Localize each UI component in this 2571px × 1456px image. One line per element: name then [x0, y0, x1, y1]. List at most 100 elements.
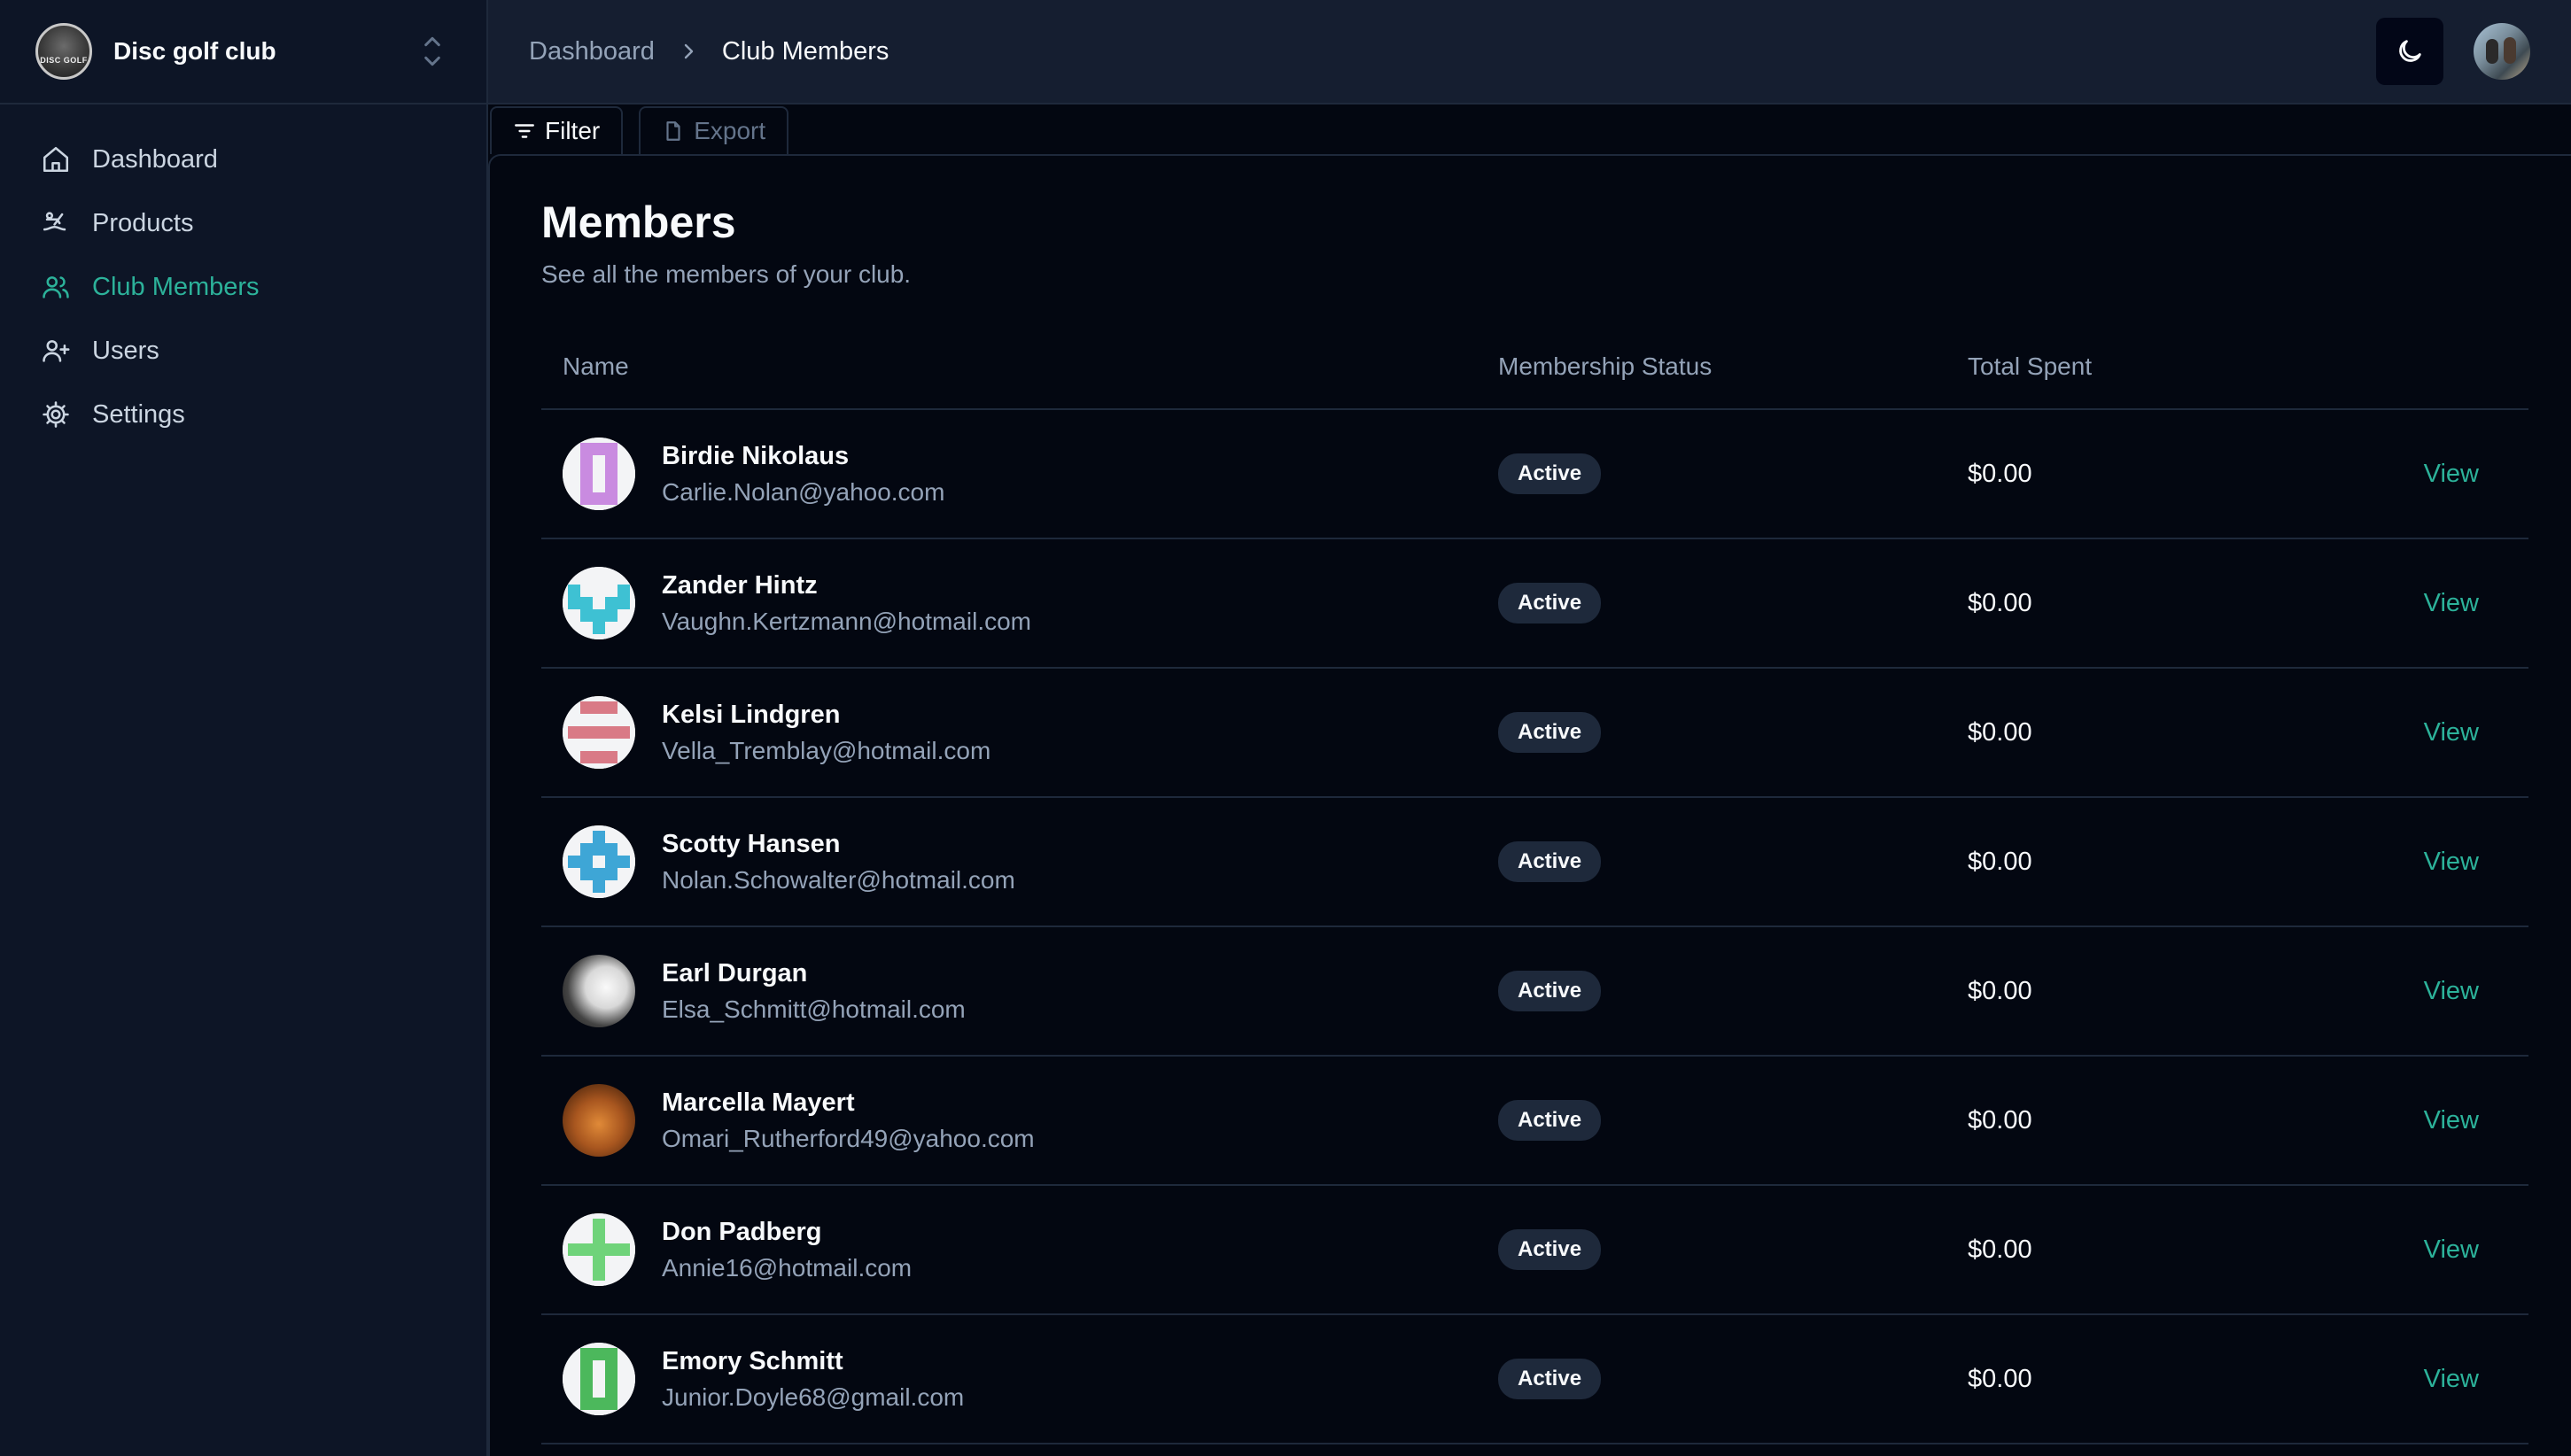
cell-name: Earl Durgan Elsa_Schmitt@hotmail.com [541, 926, 1498, 1057]
member-email: Carlie.Nolan@yahoo.com [662, 477, 945, 506]
member-name: Birdie Nikolaus [662, 441, 850, 470]
team-switcher[interactable]: DISC GOLF Disc golf club [0, 0, 486, 105]
filter-button[interactable]: Filter [490, 106, 624, 154]
sidebar-item-settings[interactable]: Settings [41, 383, 446, 446]
avatar [563, 567, 635, 639]
table-row: Don Padberg Annie16@hotmail.com Active $0.0… [541, 1185, 2528, 1315]
sidebar-item-label: Users [92, 336, 159, 365]
table-row: Scotty Hansen Nolan.Schowalter@hotmail.co… [541, 797, 2528, 927]
view-member-link[interactable]: View [2424, 718, 2479, 747]
cell-name: Marcella Mayert Omari_Rutherford49@yahoo.… [541, 1056, 1498, 1186]
member-info: Zander Hintz Vaughn.Kertzmann@hotmail.com [563, 567, 1498, 639]
cell-spent: $0.00 [1968, 1056, 2322, 1186]
member-text: Emory Schmitt Junior.Doyle68@gmail.com [662, 1347, 964, 1412]
top-bar: Dashboard Club Members [488, 0, 2571, 105]
export-label: Export [694, 117, 766, 144]
toolbar: Filter Export [488, 105, 2571, 154]
cell-actions: View [2322, 926, 2528, 1057]
cell-name: Kelsi Lindgren Vella_Tremblay@hotmail.com [541, 668, 1498, 798]
table-row: Earl Durgan Elsa_Schmitt@hotmail.com Activ… [541, 926, 2528, 1057]
member-info: Earl Durgan Elsa_Schmitt@hotmail.com [563, 955, 1498, 1027]
header-status: Membership Status [1498, 324, 1968, 410]
cell-name: Birdie Nikolaus Carlie.Nolan@yahoo.com [541, 409, 1498, 539]
sidebar-item-products[interactable]: Products [41, 191, 446, 255]
sidebar-item-label: Products [92, 208, 194, 237]
total-spent: $0.00 [1968, 1105, 2032, 1135]
member-email: Vella_Tremblay@hotmail.com [662, 736, 991, 764]
view-member-link[interactable]: View [2424, 977, 2479, 1005]
header-actions [2322, 324, 2528, 410]
member-name: Zander Hintz [662, 570, 818, 600]
cell-status: Active [1498, 1314, 1968, 1444]
table-header-row: Name Membership Status Total Spent [541, 324, 2528, 410]
cell-actions: View [2322, 1185, 2528, 1315]
cell-name: Zander Hintz Vaughn.Kertzmann@hotmail.com [541, 538, 1498, 669]
user-plus-icon [43, 340, 70, 362]
avatar [563, 955, 635, 1027]
member-text: Birdie Nikolaus Carlie.Nolan@yahoo.com [662, 442, 944, 507]
sidebar-item-label: Dashboard [92, 144, 218, 174]
status-badge: Active [1498, 1100, 1602, 1141]
cell-status: Active [1498, 538, 1968, 669]
cell-spent: $0.00 [1968, 1185, 2322, 1315]
view-member-link[interactable]: View [2424, 589, 2479, 617]
cell-actions: View [2322, 409, 2528, 539]
table-body: Birdie Nikolaus Carlie.Nolan@yahoo.com Act… [541, 409, 2528, 1444]
cell-status: Active [1498, 409, 1968, 539]
main-area: Dashboard Club Members Filter Export Mem… [488, 0, 2571, 1456]
header-spent: Total Spent [1968, 324, 2322, 410]
status-badge: Active [1498, 712, 1602, 753]
view-member-link[interactable]: View [2424, 848, 2479, 876]
user-avatar[interactable] [2474, 23, 2530, 80]
total-spent: $0.00 [1968, 459, 2032, 488]
club-logo: DISC GOLF [35, 23, 92, 80]
sidebar: DISC GOLF Disc golf club Dashboard Produc… [0, 0, 488, 1456]
theme-toggle-button[interactable] [2376, 18, 2443, 85]
status-badge: Active [1498, 453, 1602, 494]
products-icon [43, 212, 66, 231]
cell-name: Emory Schmitt Junior.Doyle68@gmail.com [541, 1314, 1498, 1444]
members-table: Name Membership Status Total Spent Birdi… [541, 324, 2528, 1444]
breadcrumb-dashboard-link[interactable]: Dashboard [529, 37, 655, 66]
view-member-link[interactable]: View [2424, 1106, 2479, 1135]
table-row: Emory Schmitt Junior.Doyle68@gmail.com Act… [541, 1314, 2528, 1444]
total-spent: $0.00 [1968, 717, 2032, 747]
member-name: Emory Schmitt [662, 1346, 843, 1375]
member-info: Scotty Hansen Nolan.Schowalter@hotmail.co… [563, 825, 1498, 898]
total-spent: $0.00 [1968, 1235, 2032, 1264]
avatar [563, 1084, 635, 1157]
status-badge: Active [1498, 1359, 1602, 1399]
member-text: Kelsi Lindgren Vella_Tremblay@hotmail.com [662, 701, 990, 765]
total-spent: $0.00 [1968, 847, 2032, 876]
page-subtitle: See all the members of your club. [541, 260, 912, 288]
sidebar-item-dashboard[interactable]: Dashboard [41, 128, 446, 191]
member-text: Don Padberg Annie16@hotmail.com [662, 1218, 912, 1282]
status-badge: Active [1498, 1229, 1602, 1270]
member-info: Emory Schmitt Junior.Doyle68@gmail.com [563, 1343, 1498, 1415]
view-member-link[interactable]: View [2424, 1235, 2479, 1264]
table-row: Kelsi Lindgren Vella_Tremblay@hotmail.com… [541, 668, 2528, 798]
avatar [563, 696, 635, 769]
sidebar-item-club-members[interactable]: Club Members [41, 255, 446, 319]
file-icon [666, 121, 680, 141]
cell-status: Active [1498, 1185, 1968, 1315]
club-logo-text: DISC GOLF [40, 56, 88, 65]
chevron-right-icon [684, 43, 694, 59]
view-member-link[interactable]: View [2424, 460, 2479, 488]
table-row: Birdie Nikolaus Carlie.Nolan@yahoo.com Act… [541, 409, 2528, 539]
member-text: Scotty Hansen Nolan.Schowalter@hotmail.co… [662, 830, 1015, 895]
view-member-link[interactable]: View [2424, 1365, 2479, 1393]
member-info: Marcella Mayert Omari_Rutherford49@yahoo.… [563, 1084, 1498, 1157]
member-email: Annie16@hotmail.com [662, 1253, 913, 1282]
member-info: Kelsi Lindgren Vella_Tremblay@hotmail.com [563, 696, 1498, 769]
member-info: Birdie Nikolaus Carlie.Nolan@yahoo.com [563, 438, 1498, 510]
sidebar-nav: Dashboard Products Club Members Users Settin… [0, 105, 486, 469]
export-button[interactable]: Export [639, 106, 789, 154]
member-email: Elsa_Schmitt@hotmail.com [662, 995, 966, 1023]
sidebar-item-users[interactable]: Users [41, 319, 446, 383]
app-root: DISC GOLF Disc golf club Dashboard Produc… [0, 0, 2571, 1456]
avatar [563, 438, 635, 510]
cell-status: Active [1498, 1056, 1968, 1186]
member-text: Earl Durgan Elsa_Schmitt@hotmail.com [662, 959, 966, 1024]
total-spent: $0.00 [1968, 976, 2032, 1005]
